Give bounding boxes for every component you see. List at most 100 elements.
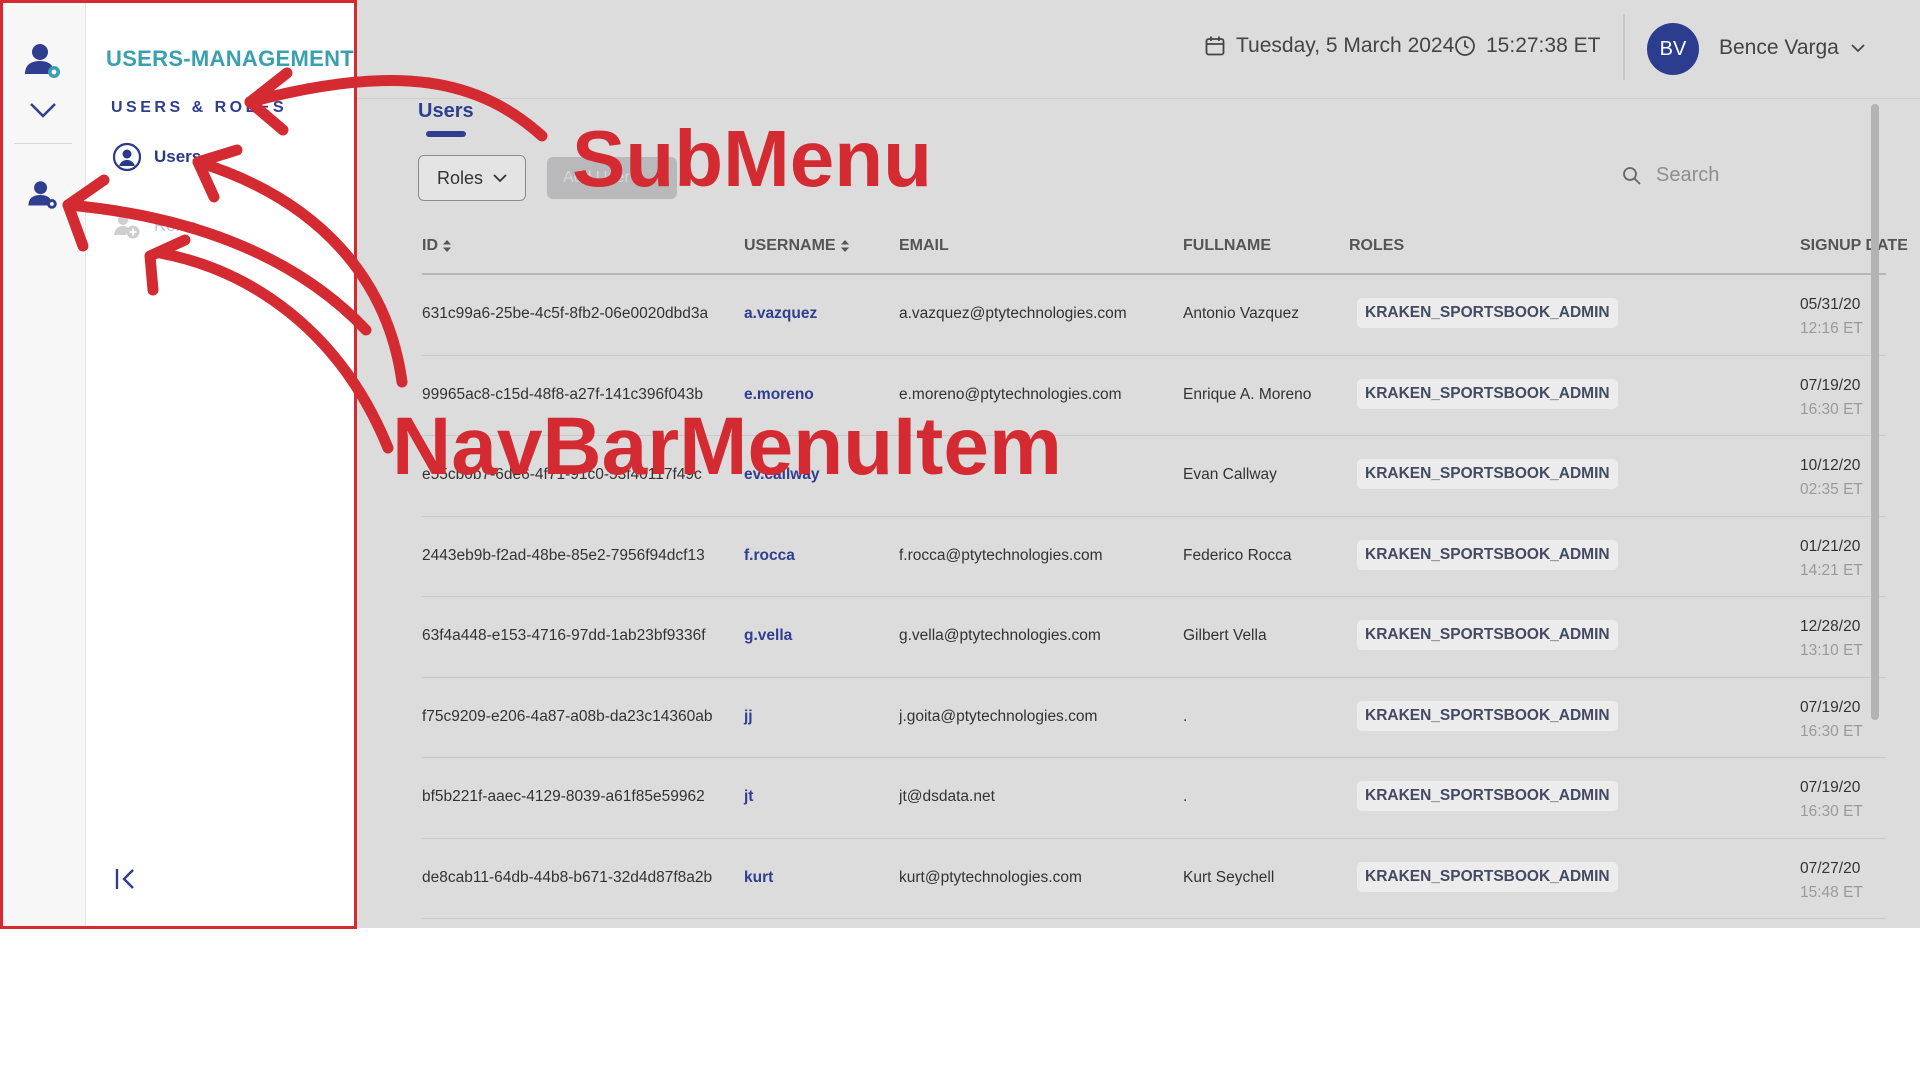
table-row[interactable]: 63f4a448-e153-4716-97dd-1ab23bf9336f g.ve… xyxy=(422,597,1886,678)
role-badge: KRAKEN_SPORTSBOOK_ADMIN xyxy=(1357,781,1618,811)
submenu-item-users[interactable]: Users xyxy=(112,142,201,172)
app-window: USERS-MANAGEMENT USERS & ROLES Users Rol… xyxy=(0,0,1920,928)
current-date: Tuesday, 5 March 2024 xyxy=(1204,34,1454,58)
cell-username[interactable]: g.vella xyxy=(744,627,792,645)
cell-username[interactable]: ev.callway xyxy=(744,466,820,484)
column-label: ID xyxy=(422,237,438,254)
current-time: 15:27:38 ET xyxy=(1454,34,1600,58)
users-table: ID USERNAME EMAIL FULLNAME ROLES SIGNUP … xyxy=(422,230,1908,919)
cell-fullname: Kurt Seychell xyxy=(1183,868,1275,886)
submenu-panel: USERS-MANAGEMENT USERS & ROLES Users Rol… xyxy=(86,0,356,928)
table-row[interactable]: 2443eb9b-f2ad-48be-85e2-7956f94dcf13 f.ro… xyxy=(422,517,1886,597)
role-badge: KRAKEN_SPORTSBOOK_ADMIN xyxy=(1357,861,1618,892)
collapse-sidebar-button[interactable] xyxy=(113,866,139,897)
column-header-username[interactable]: USERNAME xyxy=(744,237,850,255)
submenu-section-title: USERS & ROLES xyxy=(111,99,288,116)
cell-username[interactable]: jt xyxy=(744,788,753,806)
roles-filter-label: Roles xyxy=(436,167,484,188)
cell-signup: 01/21/20 14:21 ET xyxy=(1800,535,1863,583)
column-header-id[interactable]: ID xyxy=(422,237,452,255)
signup-date: 07/19/20 xyxy=(1800,779,1861,796)
cell-username[interactable]: a.vazquez xyxy=(744,305,817,323)
navbar-menu-item-users-roles[interactable] xyxy=(22,174,64,216)
table-header: ID USERNAME EMAIL FULLNAME ROLES SIGNUP … xyxy=(422,230,1908,275)
table-row[interactable]: bf5b221f-aaec-4129-8039-a61f85e59962 jt jt… xyxy=(422,758,1886,839)
navbar-rail xyxy=(0,0,86,928)
avatar[interactable]: BV xyxy=(1647,23,1699,75)
signup-time: 16:30 ET xyxy=(1800,803,1863,820)
signup-time: 13:10 ET xyxy=(1800,642,1863,659)
roles-filter-dropdown[interactable]: Roles xyxy=(418,155,526,201)
chevron-down-icon xyxy=(493,174,507,183)
cell-id: f75c9209-e206-4a87-a08b-da23c14360ab xyxy=(422,707,713,725)
cell-signup: 05/31/20 12:16 ET xyxy=(1800,293,1863,341)
chevron-down-icon[interactable] xyxy=(26,98,60,122)
signup-date: 01/21/20 xyxy=(1800,537,1861,555)
cell-email: kurt@ptytechnologies.com xyxy=(899,868,1082,886)
role-badge: KRAKEN_SPORTSBOOK_ADMIN xyxy=(1357,298,1618,328)
submenu-item-roles[interactable]: Roles xyxy=(112,211,197,241)
role-badge: KRAKEN_SPORTSBOOK_ADMIN xyxy=(1357,459,1618,489)
cell-username[interactable]: f.rocca xyxy=(744,547,795,565)
signup-date: 12/28/20 xyxy=(1800,618,1861,635)
date-text: Tuesday, 5 March 2024 xyxy=(1236,34,1455,57)
sort-icon xyxy=(840,240,849,252)
role-badge: KRAKEN_SPORTSBOOK_ADMIN xyxy=(1357,539,1618,570)
role-badge: KRAKEN_SPORTSBOOK_ADMIN xyxy=(1357,378,1618,409)
signup-time: 14:21 ET xyxy=(1800,561,1863,579)
main-content: Users Roles Add User ID USERNAME xyxy=(356,100,1920,928)
cell-username[interactable]: e.moreno xyxy=(744,386,814,404)
cell-id: e55cb0b7-6de6-4f71-91c0-53f40117f49c xyxy=(422,466,702,483)
table-row[interactable]: 99965ac8-c15d-48f8-a27f-141c396f043b e.mo… xyxy=(422,356,1886,436)
submenu-item-label: Roles xyxy=(154,216,198,235)
time-text: 15:27:38 ET xyxy=(1486,34,1601,57)
search-box[interactable] xyxy=(1622,164,1806,187)
user-menu[interactable]: Bence Varga xyxy=(1719,36,1865,60)
users-management-module-icon[interactable] xyxy=(20,38,66,84)
signup-date: 07/19/20 xyxy=(1800,376,1861,394)
cell-signup: 07/19/20 16:30 ET xyxy=(1800,374,1863,422)
cell-signup: 07/27/20 15:48 ET xyxy=(1800,857,1863,905)
cell-id: de8cab11-64db-44b8-b671-32d4d87f8a2b xyxy=(422,868,713,886)
role-badge: KRAKEN_SPORTSBOOK_ADMIN xyxy=(1357,700,1618,731)
table-row[interactable]: de8cab11-64db-44b8-b671-32d4d87f8a2b kurt… xyxy=(422,839,1886,919)
signup-time: 16:30 ET xyxy=(1800,400,1863,418)
column-header-fullname: FULLNAME xyxy=(1183,237,1271,254)
submenu-item-label: Users xyxy=(154,147,202,166)
column-header-roles: ROLES xyxy=(1349,237,1405,254)
clock-icon xyxy=(1455,36,1475,56)
signup-date: 07/27/20 xyxy=(1800,859,1861,877)
signup-time: 16:30 ET xyxy=(1800,722,1863,740)
top-header: Tuesday, 5 March 2024 15:27:38 ET BV Ben… xyxy=(356,0,1920,99)
cell-fullname: Antonio Vazquez xyxy=(1183,305,1300,322)
rail-divider xyxy=(14,143,72,144)
signup-time: 12:16 ET xyxy=(1800,320,1863,337)
active-tab-indicator xyxy=(426,131,466,137)
cell-username[interactable]: kurt xyxy=(744,869,773,887)
search-input[interactable] xyxy=(1656,164,1806,187)
cell-fullname: Gilbert Vella xyxy=(1183,627,1267,644)
role-badge: KRAKEN_SPORTSBOOK_ADMIN xyxy=(1357,620,1618,650)
user-circle-icon xyxy=(112,142,142,172)
cell-signup: 10/12/20 02:35 ET xyxy=(1800,454,1863,502)
search-icon xyxy=(1623,166,1641,185)
sort-icon xyxy=(443,240,451,252)
signup-date: 10/12/20 xyxy=(1800,457,1861,474)
table-row[interactable]: f75c9209-e206-4a87-a08b-da23c14360ab jj j.… xyxy=(422,678,1886,758)
signup-date: 07/19/20 xyxy=(1800,698,1861,716)
user-name: Bence Varga xyxy=(1719,36,1839,59)
module-title: USERS-MANAGEMENT xyxy=(106,46,355,71)
cell-signup: 07/19/20 16:30 ET xyxy=(1800,776,1863,824)
cell-signup: 07/19/20 16:30 ET xyxy=(1800,696,1863,744)
cell-id: 631c99a6-25be-4c5f-8fb2-06e0020dbd3a xyxy=(422,305,709,322)
scrollbar-thumb[interactable] xyxy=(1871,104,1879,720)
user-settings-icon xyxy=(28,181,57,209)
cell-username[interactable]: jj xyxy=(744,708,753,726)
signup-date: 05/31/20 xyxy=(1800,296,1861,313)
tab-users[interactable]: Users xyxy=(418,100,474,123)
cell-fullname: Federico Rocca xyxy=(1183,546,1292,564)
signup-time: 02:35 ET xyxy=(1800,481,1863,498)
table-row[interactable]: e55cb0b7-6de6-4f71-91c0-53f40117f49c ev.c… xyxy=(422,436,1886,517)
table-row[interactable]: 631c99a6-25be-4c5f-8fb2-06e0020dbd3a a.va… xyxy=(422,275,1886,356)
add-user-button[interactable]: Add User xyxy=(547,157,677,199)
